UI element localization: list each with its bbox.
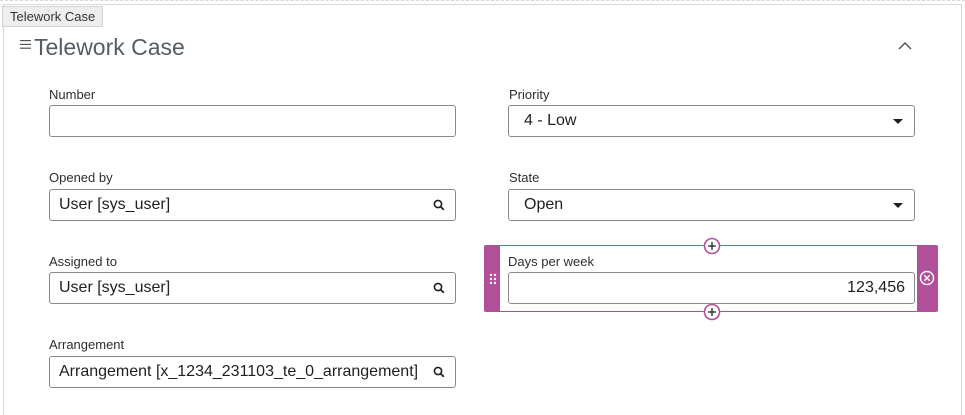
remove-circle-icon[interactable] <box>919 270 935 286</box>
arrangement-value: Arrangement [x_1234_231103_te_0_arrangem… <box>59 363 419 380</box>
number-input[interactable] <box>49 105 456 137</box>
priority-select[interactable]: 4 - Low <box>508 105 915 137</box>
opened-by-value: User [sys_user] <box>59 196 171 213</box>
state-select[interactable]: Open <box>508 189 915 221</box>
opened-by-input[interactable]: User [sys_user] <box>49 189 456 221</box>
assigned-to-field: Assigned to <box>49 254 117 269</box>
days-per-week-field: Days per week <box>508 254 594 269</box>
priority-label: Priority <box>509 87 550 102</box>
days-per-week-value: 123,456 <box>847 279 905 296</box>
state-field: State <box>509 170 539 185</box>
section-header: Telework Case <box>20 33 185 61</box>
priority-field: Priority <box>509 87 549 102</box>
section-title: Telework Case <box>34 33 185 60</box>
search-icon[interactable] <box>432 281 446 295</box>
assigned-to-label: Assigned to <box>49 254 117 269</box>
days-per-week-label: Days per week <box>508 254 594 269</box>
assigned-to-input[interactable]: User [sys_user] <box>49 272 456 304</box>
menu-icon[interactable] <box>20 39 31 49</box>
search-icon[interactable] <box>432 198 446 212</box>
number-label: Number <box>49 87 96 102</box>
arrangement-field: Arrangement <box>49 337 124 352</box>
opened-by-field: Opened by <box>49 170 113 185</box>
assigned-to-value: User [sys_user] <box>59 279 171 296</box>
arrangement-input[interactable]: Arrangement [x_1234_231103_te_0_arrangem… <box>49 356 456 388</box>
caret-down-icon <box>893 119 903 124</box>
opened-by-label: Opened by <box>49 170 113 185</box>
caret-down-icon <box>893 203 903 208</box>
state-label: State <box>509 170 540 185</box>
chevron-up-icon[interactable] <box>897 40 913 52</box>
section-tab-label: Telework Case <box>2 6 104 27</box>
days-per-week-input[interactable]: 123,456 <box>508 272 915 304</box>
number-field: Number <box>49 87 95 102</box>
add-circle-icon[interactable] <box>703 237 721 255</box>
priority-value: 4 - Low <box>524 112 577 129</box>
state-value: Open <box>524 196 564 213</box>
arrangement-label: Arrangement <box>49 337 125 352</box>
drag-handle-icon[interactable] <box>488 271 498 287</box>
search-icon[interactable] <box>432 365 446 379</box>
add-circle-icon[interactable] <box>703 303 721 321</box>
